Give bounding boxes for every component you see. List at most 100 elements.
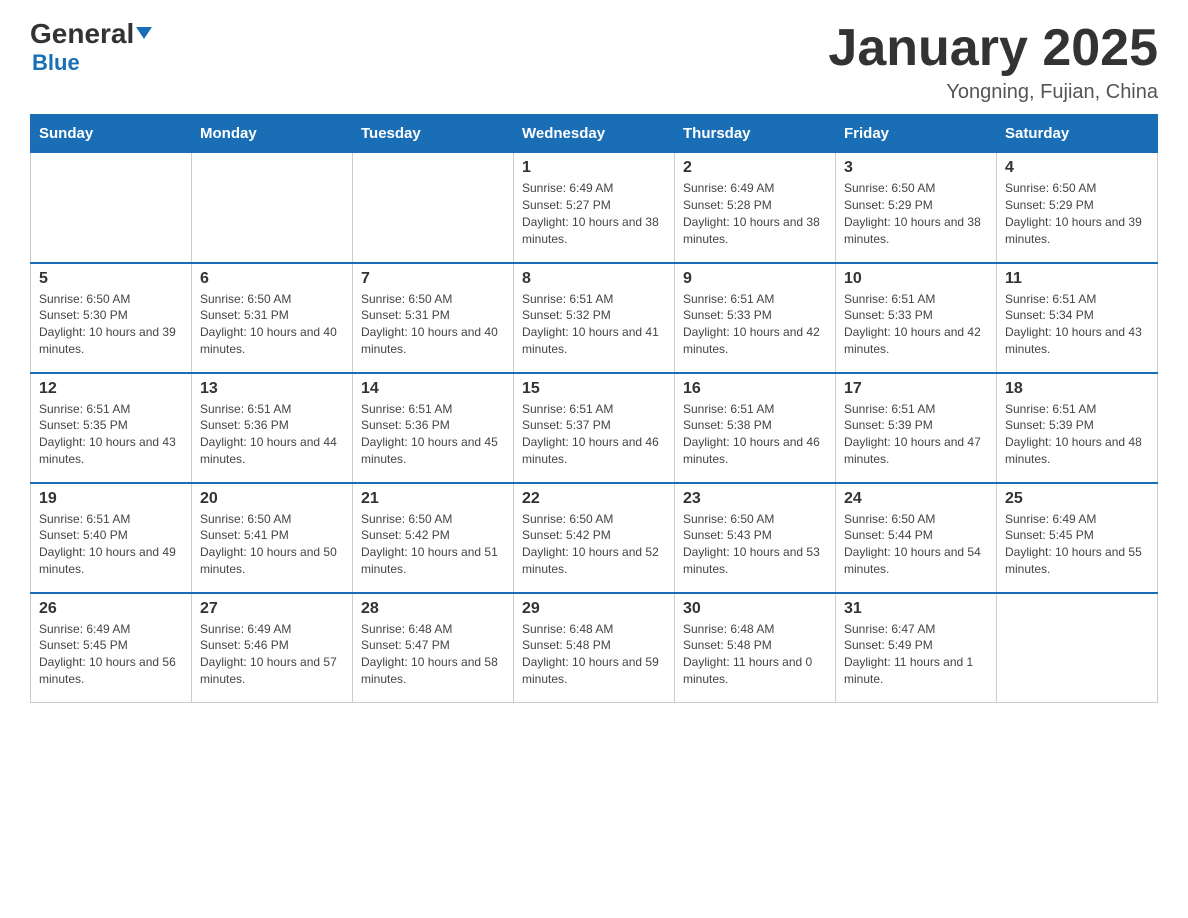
calendar-cell: 12Sunrise: 6:51 AM Sunset: 5:35 PM Dayli… xyxy=(31,373,192,483)
calendar-cell: 15 Sunrise: 6:51 AM Sunset: 5:37 PM Dayli… xyxy=(514,373,675,483)
calendar-cell: 20 Sunrise: 6:50 AM Sunset: 5:41 PM Dayli… xyxy=(192,483,353,593)
day-info: Sunrise: 6:50 AM Sunset: 5:42 PM Dayligh… xyxy=(522,511,666,578)
calendar-cell: 8 Sunrise: 6:51 AM Sunset: 5:32 PM Daylig… xyxy=(514,263,675,373)
day-info: Sunrise: 6:50 AM Sunset: 5:31 PM Dayligh… xyxy=(361,291,505,358)
day-number: 5 xyxy=(39,270,183,288)
calendar-week-5: 26 Sunrise: 6:49 AM Sunset: 5:45 PM Dayli… xyxy=(31,593,1158,703)
calendar-cell: 2 Sunrise: 6:49 AM Sunset: 5:28 PM Daylig… xyxy=(675,153,836,263)
day-info: Sunrise: 6:51 AM Sunset: 5:40 PM Dayligh… xyxy=(39,511,183,578)
day-number: 1 xyxy=(522,159,666,177)
month-title: January 2025 xyxy=(828,20,1158,77)
day-info: Sunrise: 6:50 AM Sunset: 5:42 PM Dayligh… xyxy=(361,511,505,578)
calendar-cell: 22 Sunrise: 6:50 AM Sunset: 5:42 PM Dayli… xyxy=(514,483,675,593)
day-number: 27 xyxy=(200,600,344,618)
day-info: Sunrise: 6:51 AM Sunset: 5:39 PM Dayligh… xyxy=(844,401,988,468)
day-number: 31 xyxy=(844,600,988,618)
calendar-cell: 13Sunrise: 6:51 AM Sunset: 5:36 PM Dayli… xyxy=(192,373,353,483)
day-number: 26 xyxy=(39,600,183,618)
day-info: Sunrise: 6:49 AM Sunset: 5:27 PM Dayligh… xyxy=(522,180,666,247)
day-info: Sunrise: 6:48 AM Sunset: 5:47 PM Dayligh… xyxy=(361,621,505,688)
day-number: 8 xyxy=(522,270,666,288)
col-header-wednesday: Wednesday xyxy=(514,115,675,153)
calendar-cell: 16Sunrise: 6:51 AM Sunset: 5:38 PM Dayli… xyxy=(675,373,836,483)
day-number: 18 xyxy=(1005,380,1149,398)
col-header-tuesday: Tuesday xyxy=(353,115,514,153)
logo: General Blue xyxy=(30,20,152,76)
calendar-week-4: 19Sunrise: 6:51 AM Sunset: 5:40 PM Dayli… xyxy=(31,483,1158,593)
day-number: 28 xyxy=(361,600,505,618)
calendar-header-row: SundayMondayTuesdayWednesdayThursdayFrid… xyxy=(31,115,1158,153)
calendar-cell: 14 Sunrise: 6:51 AM Sunset: 5:36 PM Dayli… xyxy=(353,373,514,483)
day-number: 3 xyxy=(844,159,988,177)
calendar-week-1: 1 Sunrise: 6:49 AM Sunset: 5:27 PM Daylig… xyxy=(31,153,1158,263)
calendar-cell: 30Sunrise: 6:48 AM Sunset: 5:48 PM Dayli… xyxy=(675,593,836,703)
calendar-cell: 4Sunrise: 6:50 AM Sunset: 5:29 PM Daylig… xyxy=(997,153,1158,263)
day-info: Sunrise: 6:50 AM Sunset: 5:30 PM Dayligh… xyxy=(39,291,183,358)
day-number: 15 xyxy=(522,380,666,398)
day-info: Sunrise: 6:49 AM Sunset: 5:45 PM Dayligh… xyxy=(39,621,183,688)
calendar-cell: 24 Sunrise: 6:50 AM Sunset: 5:44 PM Dayli… xyxy=(836,483,997,593)
calendar-cell xyxy=(353,153,514,263)
day-info: Sunrise: 6:51 AM Sunset: 5:36 PM Dayligh… xyxy=(361,401,505,468)
day-info: Sunrise: 6:50 AM Sunset: 5:44 PM Dayligh… xyxy=(844,511,988,578)
col-header-thursday: Thursday xyxy=(675,115,836,153)
logo-general: General xyxy=(30,20,152,48)
calendar-cell xyxy=(192,153,353,263)
day-info: Sunrise: 6:50 AM Sunset: 5:29 PM Dayligh… xyxy=(844,180,988,247)
calendar-cell: 9Sunrise: 6:51 AM Sunset: 5:33 PM Daylig… xyxy=(675,263,836,373)
day-info: Sunrise: 6:51 AM Sunset: 5:33 PM Dayligh… xyxy=(683,291,827,358)
calendar-week-3: 12Sunrise: 6:51 AM Sunset: 5:35 PM Dayli… xyxy=(31,373,1158,483)
day-number: 21 xyxy=(361,490,505,508)
calendar-cell: 25Sunrise: 6:49 AM Sunset: 5:45 PM Dayli… xyxy=(997,483,1158,593)
calendar-cell: 27 Sunrise: 6:49 AM Sunset: 5:46 PM Dayli… xyxy=(192,593,353,703)
day-number: 6 xyxy=(200,270,344,288)
day-number: 25 xyxy=(1005,490,1149,508)
calendar-cell: 11Sunrise: 6:51 AM Sunset: 5:34 PM Dayli… xyxy=(997,263,1158,373)
calendar-cell: 31 Sunrise: 6:47 AM Sunset: 5:49 PM Dayli… xyxy=(836,593,997,703)
day-info: Sunrise: 6:47 AM Sunset: 5:49 PM Dayligh… xyxy=(844,621,988,688)
day-info: Sunrise: 6:51 AM Sunset: 5:37 PM Dayligh… xyxy=(522,401,666,468)
day-info: Sunrise: 6:51 AM Sunset: 5:36 PM Dayligh… xyxy=(200,401,344,468)
day-info: Sunrise: 6:49 AM Sunset: 5:46 PM Dayligh… xyxy=(200,621,344,688)
calendar-cell: 10Sunrise: 6:51 AM Sunset: 5:33 PM Dayli… xyxy=(836,263,997,373)
calendar-cell: 3 Sunrise: 6:50 AM Sunset: 5:29 PM Daylig… xyxy=(836,153,997,263)
calendar-cell: 1 Sunrise: 6:49 AM Sunset: 5:27 PM Daylig… xyxy=(514,153,675,263)
col-header-monday: Monday xyxy=(192,115,353,153)
day-info: Sunrise: 6:50 AM Sunset: 5:29 PM Dayligh… xyxy=(1005,180,1149,247)
calendar-cell xyxy=(31,153,192,263)
day-number: 12 xyxy=(39,380,183,398)
day-number: 29 xyxy=(522,600,666,618)
calendar-cell: 29 Sunrise: 6:48 AM Sunset: 5:48 PM Dayli… xyxy=(514,593,675,703)
day-info: Sunrise: 6:50 AM Sunset: 5:43 PM Dayligh… xyxy=(683,511,827,578)
col-header-sunday: Sunday xyxy=(31,115,192,153)
title-block: January 2025 Yongning, Fujian, China xyxy=(828,20,1158,104)
day-info: Sunrise: 6:49 AM Sunset: 5:28 PM Dayligh… xyxy=(683,180,827,247)
calendar-cell: 23 Sunrise: 6:50 AM Sunset: 5:43 PM Dayli… xyxy=(675,483,836,593)
day-info: Sunrise: 6:51 AM Sunset: 5:33 PM Dayligh… xyxy=(844,291,988,358)
calendar-cell: 5 Sunrise: 6:50 AM Sunset: 5:30 PM Daylig… xyxy=(31,263,192,373)
day-number: 7 xyxy=(361,270,505,288)
calendar-cell: 26 Sunrise: 6:49 AM Sunset: 5:45 PM Dayli… xyxy=(31,593,192,703)
calendar-week-2: 5 Sunrise: 6:50 AM Sunset: 5:30 PM Daylig… xyxy=(31,263,1158,373)
col-header-friday: Friday xyxy=(836,115,997,153)
day-number: 30 xyxy=(683,600,827,618)
logo-triangle-icon xyxy=(136,27,152,39)
day-number: 14 xyxy=(361,380,505,398)
calendar-table: SundayMondayTuesdayWednesdayThursdayFrid… xyxy=(30,114,1158,703)
day-number: 22 xyxy=(522,490,666,508)
calendar-cell: 21 Sunrise: 6:50 AM Sunset: 5:42 PM Dayli… xyxy=(353,483,514,593)
day-info: Sunrise: 6:51 AM Sunset: 5:32 PM Dayligh… xyxy=(522,291,666,358)
day-number: 20 xyxy=(200,490,344,508)
calendar-cell: 18 Sunrise: 6:51 AM Sunset: 5:39 PM Dayli… xyxy=(997,373,1158,483)
calendar-cell: 19Sunrise: 6:51 AM Sunset: 5:40 PM Dayli… xyxy=(31,483,192,593)
location: Yongning, Fujian, China xyxy=(828,81,1158,104)
day-number: 11 xyxy=(1005,270,1149,288)
calendar-cell: 7 Sunrise: 6:50 AM Sunset: 5:31 PM Daylig… xyxy=(353,263,514,373)
day-number: 2 xyxy=(683,159,827,177)
day-info: Sunrise: 6:48 AM Sunset: 5:48 PM Dayligh… xyxy=(522,621,666,688)
day-info: Sunrise: 6:50 AM Sunset: 5:41 PM Dayligh… xyxy=(200,511,344,578)
day-number: 24 xyxy=(844,490,988,508)
day-number: 23 xyxy=(683,490,827,508)
day-info: Sunrise: 6:51 AM Sunset: 5:39 PM Dayligh… xyxy=(1005,401,1149,468)
calendar-cell: 17Sunrise: 6:51 AM Sunset: 5:39 PM Dayli… xyxy=(836,373,997,483)
